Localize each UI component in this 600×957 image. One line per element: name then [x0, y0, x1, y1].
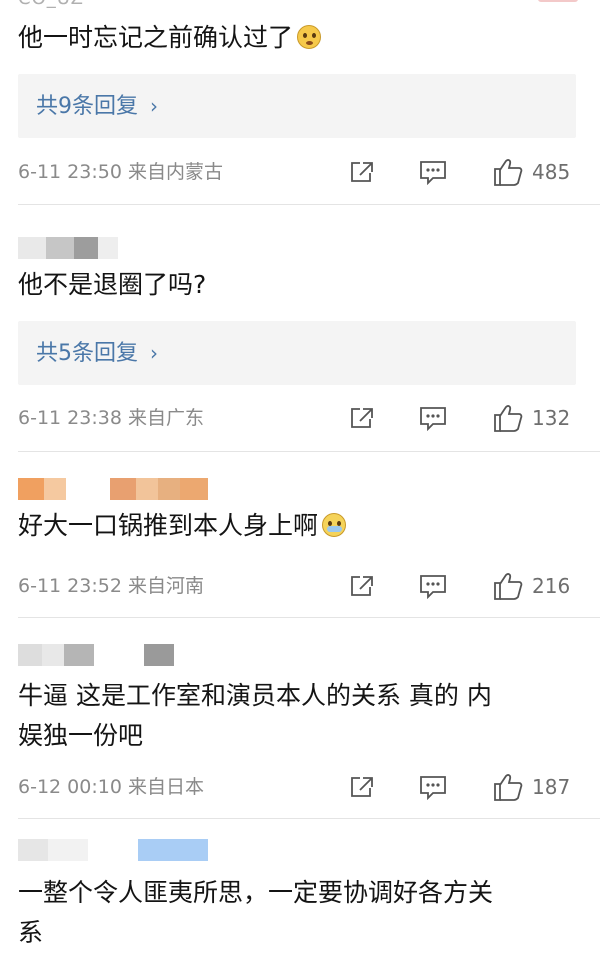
timestamp-location: 6-12 00:10 来自日本: [18, 776, 204, 798]
divider: [18, 451, 600, 452]
comment-icon: [420, 575, 446, 599]
comment-button[interactable]: [418, 571, 448, 601]
share-icon: [351, 576, 373, 596]
thumbs-up-icon: [494, 405, 523, 432]
comment-text: 一整个令人匪夷所思，一定要协调好各方关 系: [18, 878, 494, 947]
like-count: 485: [532, 160, 571, 184]
timestamp-location: 6-11 23:52 来自河南: [18, 575, 204, 597]
thumbs-up-icon: [494, 159, 523, 186]
view-replies-link[interactable]: 共9条回复 ›: [36, 74, 158, 139]
comment-button[interactable]: [418, 403, 448, 433]
username-mosaic: [18, 237, 118, 259]
share-icon: [351, 408, 373, 428]
thinking-face-emoji-icon: [297, 25, 322, 49]
comment-icon: [420, 161, 446, 185]
like-button[interactable]: 187: [492, 772, 570, 802]
share-button[interactable]: [348, 571, 376, 601]
username-mosaic: [18, 478, 208, 500]
comment-meta: 6-11 23:52 来自河南 216: [18, 571, 582, 601]
thumbs-up-icon: [494, 774, 523, 801]
comment-text: 牛逼 这是工作室和演员本人的关系 真的 内 娱独一份吧: [18, 681, 492, 750]
divider: [18, 617, 600, 618]
comment-meta: 6-11 23:50 来自内蒙古 485: [18, 157, 582, 187]
share-icon: [351, 777, 373, 797]
facepalm-face-emoji-icon: [322, 513, 347, 537]
comment-meta: 6-12 00:10 来自日本 187: [18, 772, 582, 802]
thumbs-up-icon: [494, 573, 523, 600]
share-button[interactable]: [348, 772, 376, 802]
share-button[interactable]: [348, 157, 376, 187]
timestamp-location: 6-11 23:38 来自广东: [18, 407, 204, 429]
share-button[interactable]: [348, 403, 376, 433]
comment-feed: CO_UZ 他一时忘记之前确认过了 共9条回复› 6-11 23:50 来自内蒙…: [0, 0, 600, 957]
comment-text: 他不是退圈了吗?: [18, 270, 207, 299]
chevron-right-icon: ›: [150, 94, 158, 118]
comment-button[interactable]: [418, 157, 448, 187]
view-replies-link[interactable]: 共5条回复 ›: [36, 321, 158, 386]
comment-text: 好大一口锅推到本人身上啊: [18, 506, 582, 546]
comment-icon: [420, 407, 446, 431]
reply-box[interactable]: 共5条回复 ›: [18, 321, 576, 385]
cut-off-badge: [538, 0, 578, 2]
divider: [18, 818, 600, 819]
chevron-right-icon: ›: [150, 341, 158, 365]
like-count: 216: [532, 574, 571, 598]
comment-text: 他一时忘记之前确认过了: [18, 18, 582, 58]
divider: [18, 204, 600, 205]
like-button[interactable]: 485: [492, 157, 570, 187]
reply-box[interactable]: 共9条回复 ›: [18, 74, 576, 138]
cut-off-username: CO_UZ: [18, 0, 84, 9]
like-count: 132: [532, 406, 571, 430]
comment-button[interactable]: [418, 772, 448, 802]
timestamp-location: 6-11 23:50 来自内蒙古: [18, 161, 223, 183]
username-mosaic: [18, 839, 208, 861]
like-button[interactable]: 132: [492, 403, 570, 433]
username-mosaic: [18, 644, 174, 666]
like-count: 187: [532, 775, 571, 799]
like-button[interactable]: 216: [492, 571, 570, 601]
comment-icon: [420, 776, 446, 800]
share-icon: [351, 162, 373, 182]
comment-meta: 6-11 23:38 来自广东 132: [18, 403, 582, 433]
